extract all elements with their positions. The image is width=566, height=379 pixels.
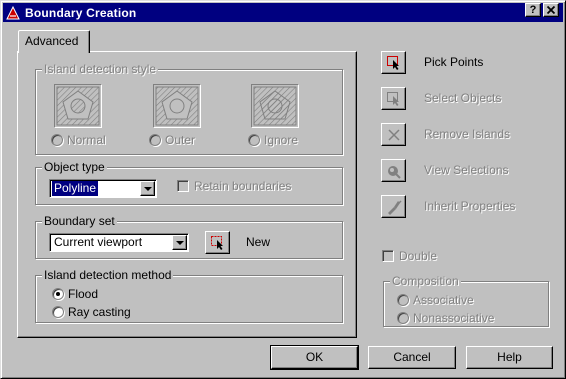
select-objects-icon <box>386 91 399 106</box>
island-method-group-label: Island detection method <box>42 268 174 282</box>
island-ignore-icon <box>253 86 297 126</box>
radio-ignore-label: Ignore <box>264 133 299 147</box>
radio-ray-casting-label: Ray casting <box>68 305 131 319</box>
retain-boundaries-box <box>177 180 189 192</box>
radio-ignore-dot <box>248 134 260 146</box>
radio-ignore[interactable]: Ignore <box>248 133 298 147</box>
radio-associative-dot <box>397 294 409 306</box>
title-bar[interactable]: Boundary Creation <box>3 3 563 22</box>
boundary-set-select[interactable]: Current viewport <box>49 233 189 252</box>
retain-boundaries-label: Retain boundaries <box>194 179 292 193</box>
title-help-button[interactable]: ? <box>525 3 541 17</box>
radio-outer-label: Outer <box>165 133 196 147</box>
pick-points-icon <box>386 55 399 70</box>
window-title: Boundary Creation <box>25 5 137 20</box>
radio-flood-dot <box>52 288 64 300</box>
remove-islands-button[interactable] <box>381 123 406 146</box>
tab-advanced-label: Advanced <box>25 34 79 48</box>
double-checkbox[interactable]: Double <box>382 249 437 263</box>
radio-outer-dot <box>149 134 161 146</box>
island-outer-preview <box>153 84 201 128</box>
chevron-down-icon[interactable] <box>172 235 187 250</box>
radio-normal-label: Normal <box>67 133 106 147</box>
remove-islands-label[interactable]: Remove Islands <box>424 127 510 141</box>
autocad-app-icon <box>5 5 21 21</box>
select-objects-button[interactable] <box>381 87 406 110</box>
close-icon <box>546 5 556 15</box>
tab-advanced[interactable]: Advanced <box>18 30 90 53</box>
select-cursor-icon <box>210 235 223 250</box>
radio-nonassociative[interactable]: Nonassociative <box>397 311 494 325</box>
retain-boundaries-checkbox[interactable]: Retain boundaries <box>177 179 291 193</box>
cancel-button[interactable]: Cancel <box>368 346 456 369</box>
radio-normal[interactable]: Normal <box>51 133 106 147</box>
island-normal-preview <box>54 84 102 128</box>
boundary-set-group-label: Boundary set <box>42 214 117 228</box>
radio-ray-casting-dot <box>52 306 64 318</box>
view-selections-label[interactable]: View Selections <box>424 163 509 177</box>
radio-outer[interactable]: Outer <box>149 133 195 147</box>
chevron-down-icon[interactable] <box>140 181 155 196</box>
island-style-group-label: Island detection style <box>42 62 159 76</box>
object-type-value: Polyline <box>52 181 99 196</box>
double-label: Double <box>399 249 438 263</box>
new-boundary-set-button[interactable] <box>205 231 230 254</box>
view-selections-icon <box>387 165 401 179</box>
boundary-creation-dialog: Boundary Creation ? Advanced Island dete… <box>0 0 566 379</box>
radio-ray-casting[interactable]: Ray casting <box>52 305 131 319</box>
object-type-select[interactable]: Polyline <box>49 179 157 198</box>
island-normal-icon <box>56 86 100 126</box>
close-button[interactable] <box>543 3 559 17</box>
new-label: New <box>246 235 271 249</box>
object-type-group-label: Object type <box>42 160 107 174</box>
boundary-set-value: Current viewport <box>54 235 143 249</box>
view-selections-button[interactable] <box>381 159 406 182</box>
double-box <box>382 250 394 262</box>
composition-group-label: Composition <box>390 274 461 288</box>
inherit-properties-label[interactable]: Inherit Properties <box>424 199 515 213</box>
radio-associative[interactable]: Associative <box>397 293 474 307</box>
radio-nonassociative-dot <box>397 312 409 324</box>
radio-nonassociative-label: Nonassociative <box>413 311 495 325</box>
pick-points-label[interactable]: Pick Points <box>424 55 483 69</box>
pick-points-button[interactable] <box>381 51 406 74</box>
help-button[interactable]: Help <box>466 346 553 369</box>
radio-normal-dot <box>51 134 63 146</box>
radio-flood[interactable]: Flood <box>52 287 98 301</box>
remove-islands-icon <box>387 128 400 141</box>
inherit-properties-icon <box>387 199 402 215</box>
radio-associative-label: Associative <box>413 293 474 307</box>
radio-flood-label: Flood <box>68 287 99 301</box>
island-outer-icon <box>155 86 199 126</box>
island-ignore-preview <box>251 84 299 128</box>
select-objects-label[interactable]: Select Objects <box>424 91 501 105</box>
inherit-properties-button[interactable] <box>381 195 406 218</box>
ok-button[interactable]: OK <box>270 345 359 370</box>
